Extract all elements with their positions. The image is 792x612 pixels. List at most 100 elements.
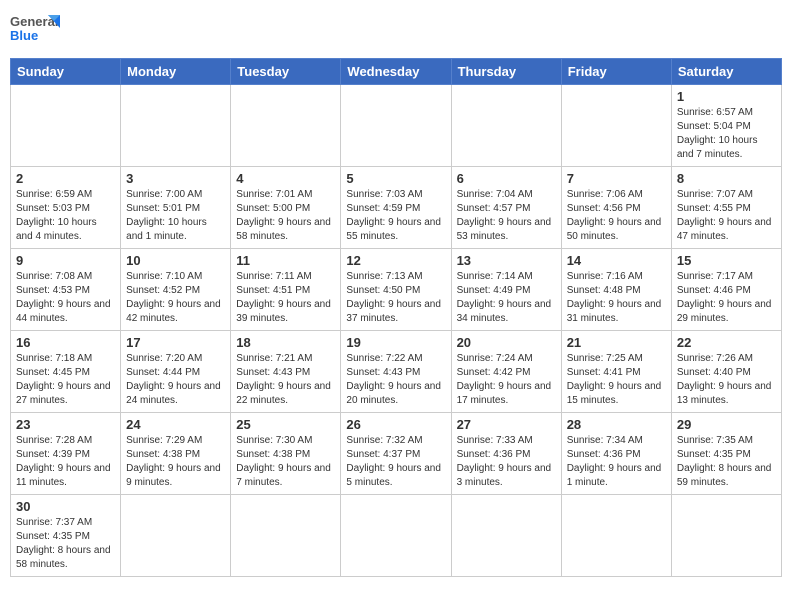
day-number: 2 xyxy=(16,171,115,186)
day-number: 28 xyxy=(567,417,666,432)
calendar-cell: 27Sunrise: 7:33 AM Sunset: 4:36 PM Dayli… xyxy=(451,413,561,495)
calendar-cell: 11 Sunrise: 7:11 AM Sunset: 4:51 PM Dayli… xyxy=(231,249,341,331)
calendar-cell xyxy=(231,85,341,167)
day-number: 27 xyxy=(457,417,556,432)
calendar-cell: 25 Sunrise: 7:30 AM Sunset: 4:38 PM Dayli… xyxy=(231,413,341,495)
day-info: Sunrise: 7:26 AM Sunset: 4:40 PM Dayligh… xyxy=(677,352,776,408)
weekday-header-row: SundayMondayTuesdayWednesdayThursdayFrid… xyxy=(11,59,782,85)
calendar-cell xyxy=(341,495,451,577)
calendar-cell: 6 Sunrise: 7:04 AM Sunset: 4:57 PM Daylig… xyxy=(451,167,561,249)
svg-text:Blue: Blue xyxy=(10,28,38,43)
day-info: Sunrise: 7:22 AM Sunset: 4:43 PM Dayligh… xyxy=(346,352,445,408)
day-info: Sunrise: 7:34 AM Sunset: 4:36 PM Dayligh… xyxy=(567,434,666,490)
weekday-header-tuesday: Tuesday xyxy=(231,59,341,85)
calendar-cell: 20Sunrise: 7:24 AM Sunset: 4:42 PM Dayli… xyxy=(451,331,561,413)
day-info: Sunrise: 6:59 AM Sunset: 5:03 PM Dayligh… xyxy=(16,188,115,244)
day-info: Sunrise: 7:17 AM Sunset: 4:46 PM Dayligh… xyxy=(677,270,776,326)
day-number: 22 xyxy=(677,335,776,350)
calendar-cell xyxy=(561,495,671,577)
day-number: 10 xyxy=(126,253,225,268)
weekday-header-sunday: Sunday xyxy=(11,59,121,85)
calendar-cell: 22 Sunrise: 7:26 AM Sunset: 4:40 PM Dayli… xyxy=(671,331,781,413)
day-info: Sunrise: 7:07 AM Sunset: 4:55 PM Dayligh… xyxy=(677,188,776,244)
week-row-2: 9 Sunrise: 7:08 AM Sunset: 4:53 PM Daylig… xyxy=(11,249,782,331)
week-row-4: 23Sunrise: 7:28 AM Sunset: 4:39 PM Dayli… xyxy=(11,413,782,495)
day-number: 19 xyxy=(346,335,445,350)
calendar-cell: 4 Sunrise: 7:01 AM Sunset: 5:00 PM Daylig… xyxy=(231,167,341,249)
page-header: General Blue xyxy=(10,10,782,50)
general-blue-logo-icon: General Blue xyxy=(10,10,60,50)
week-row-5: 30 Sunrise: 7:37 AM Sunset: 4:35 PM Dayli… xyxy=(11,495,782,577)
calendar-cell: 16 Sunrise: 7:18 AM Sunset: 4:45 PM Dayli… xyxy=(11,331,121,413)
day-number: 12 xyxy=(346,253,445,268)
day-info: Sunrise: 7:06 AM Sunset: 4:56 PM Dayligh… xyxy=(567,188,666,244)
day-number: 11 xyxy=(236,253,335,268)
day-info: Sunrise: 7:13 AM Sunset: 4:50 PM Dayligh… xyxy=(346,270,445,326)
day-info: Sunrise: 7:14 AM Sunset: 4:49 PM Dayligh… xyxy=(457,270,556,326)
calendar-cell: 15 Sunrise: 7:17 AM Sunset: 4:46 PM Dayli… xyxy=(671,249,781,331)
calendar-cell: 7Sunrise: 7:06 AM Sunset: 4:56 PM Daylig… xyxy=(561,167,671,249)
day-number: 17 xyxy=(126,335,225,350)
calendar-cell: 18 Sunrise: 7:21 AM Sunset: 4:43 PM Dayli… xyxy=(231,331,341,413)
calendar-cell: 29Sunrise: 7:35 AM Sunset: 4:35 PM Dayli… xyxy=(671,413,781,495)
week-row-0: 1Sunrise: 6:57 AM Sunset: 5:04 PM Daylig… xyxy=(11,85,782,167)
calendar-cell: 10 Sunrise: 7:10 AM Sunset: 4:52 PM Dayli… xyxy=(121,249,231,331)
day-info: Sunrise: 7:03 AM Sunset: 4:59 PM Dayligh… xyxy=(346,188,445,244)
day-info: Sunrise: 7:18 AM Sunset: 4:45 PM Dayligh… xyxy=(16,352,115,408)
day-number: 8 xyxy=(677,171,776,186)
weekday-header-friday: Friday xyxy=(561,59,671,85)
calendar-cell: 17Sunrise: 7:20 AM Sunset: 4:44 PM Dayli… xyxy=(121,331,231,413)
calendar-cell: 14 Sunrise: 7:16 AM Sunset: 4:48 PM Dayli… xyxy=(561,249,671,331)
day-info: Sunrise: 7:08 AM Sunset: 4:53 PM Dayligh… xyxy=(16,270,115,326)
weekday-header-thursday: Thursday xyxy=(451,59,561,85)
calendar-cell: 5Sunrise: 7:03 AM Sunset: 4:59 PM Daylig… xyxy=(341,167,451,249)
day-info: Sunrise: 7:00 AM Sunset: 5:01 PM Dayligh… xyxy=(126,188,225,244)
day-info: Sunrise: 7:32 AM Sunset: 4:37 PM Dayligh… xyxy=(346,434,445,490)
calendar-cell: 30 Sunrise: 7:37 AM Sunset: 4:35 PM Dayli… xyxy=(11,495,121,577)
calendar-cell: 28 Sunrise: 7:34 AM Sunset: 4:36 PM Dayli… xyxy=(561,413,671,495)
calendar-cell: 13 Sunrise: 7:14 AM Sunset: 4:49 PM Dayli… xyxy=(451,249,561,331)
day-number: 23 xyxy=(16,417,115,432)
calendar-cell xyxy=(671,495,781,577)
day-info: Sunrise: 7:01 AM Sunset: 5:00 PM Dayligh… xyxy=(236,188,335,244)
day-number: 20 xyxy=(457,335,556,350)
day-info: Sunrise: 7:10 AM Sunset: 4:52 PM Dayligh… xyxy=(126,270,225,326)
day-number: 14 xyxy=(567,253,666,268)
day-number: 16 xyxy=(16,335,115,350)
calendar-cell: 23Sunrise: 7:28 AM Sunset: 4:39 PM Dayli… xyxy=(11,413,121,495)
weekday-header-saturday: Saturday xyxy=(671,59,781,85)
day-info: Sunrise: 7:16 AM Sunset: 4:48 PM Dayligh… xyxy=(567,270,666,326)
day-number: 9 xyxy=(16,253,115,268)
day-number: 6 xyxy=(457,171,556,186)
day-info: Sunrise: 7:21 AM Sunset: 4:43 PM Dayligh… xyxy=(236,352,335,408)
calendar-cell xyxy=(121,85,231,167)
day-number: 3 xyxy=(126,171,225,186)
calendar-cell xyxy=(451,495,561,577)
day-number: 25 xyxy=(236,417,335,432)
day-number: 15 xyxy=(677,253,776,268)
calendar-cell: 1Sunrise: 6:57 AM Sunset: 5:04 PM Daylig… xyxy=(671,85,781,167)
day-info: Sunrise: 7:30 AM Sunset: 4:38 PM Dayligh… xyxy=(236,434,335,490)
calendar-cell xyxy=(121,495,231,577)
day-info: Sunrise: 6:57 AM Sunset: 5:04 PM Dayligh… xyxy=(677,106,776,162)
week-row-1: 2 Sunrise: 6:59 AM Sunset: 5:03 PM Daylig… xyxy=(11,167,782,249)
day-number: 26 xyxy=(346,417,445,432)
day-number: 13 xyxy=(457,253,556,268)
day-number: 29 xyxy=(677,417,776,432)
day-info: Sunrise: 7:25 AM Sunset: 4:41 PM Dayligh… xyxy=(567,352,666,408)
day-number: 30 xyxy=(16,499,115,514)
calendar-cell: 3 Sunrise: 7:00 AM Sunset: 5:01 PM Daylig… xyxy=(121,167,231,249)
day-info: Sunrise: 7:04 AM Sunset: 4:57 PM Dayligh… xyxy=(457,188,556,244)
day-info: Sunrise: 7:11 AM Sunset: 4:51 PM Dayligh… xyxy=(236,270,335,326)
day-number: 24 xyxy=(126,417,225,432)
calendar-cell: 12 Sunrise: 7:13 AM Sunset: 4:50 PM Dayli… xyxy=(341,249,451,331)
day-number: 21 xyxy=(567,335,666,350)
calendar-cell xyxy=(231,495,341,577)
calendar-cell: 24Sunrise: 7:29 AM Sunset: 4:38 PM Dayli… xyxy=(121,413,231,495)
calendar-cell: 19 Sunrise: 7:22 AM Sunset: 4:43 PM Dayli… xyxy=(341,331,451,413)
day-info: Sunrise: 7:37 AM Sunset: 4:35 PM Dayligh… xyxy=(16,516,115,572)
day-number: 4 xyxy=(236,171,335,186)
calendar-cell: 9 Sunrise: 7:08 AM Sunset: 4:53 PM Daylig… xyxy=(11,249,121,331)
day-number: 18 xyxy=(236,335,335,350)
calendar-cell xyxy=(341,85,451,167)
